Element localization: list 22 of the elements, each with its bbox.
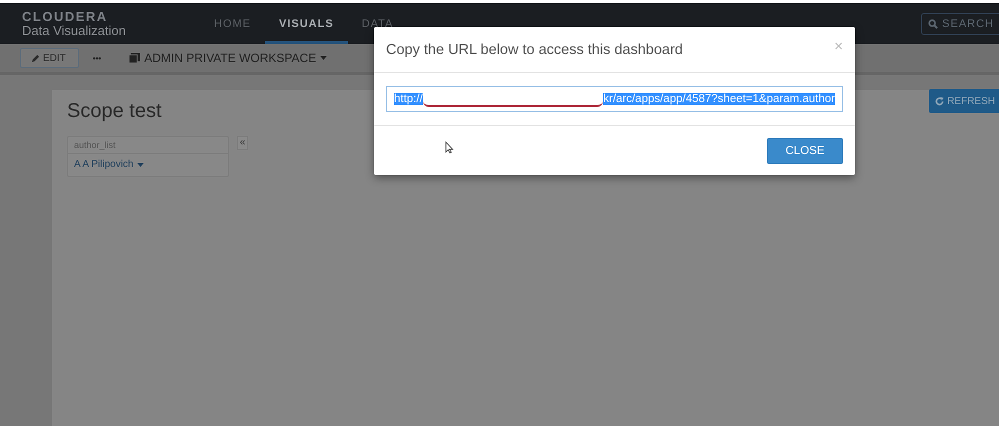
brand-logo: CLOUDERA [22, 10, 109, 24]
nav-tab[interactable]: DATA [348, 6, 408, 44]
nav-tab[interactable]: HOME [200, 6, 265, 44]
mouse-pointer-icon [445, 141, 454, 154]
pencil-icon [31, 54, 40, 62]
edit-button[interactable]: EDIT [20, 48, 79, 68]
search-icon [928, 18, 938, 28]
collapse-button[interactable]: « [237, 136, 248, 150]
refresh-button[interactable]: REFRESH [929, 89, 999, 113]
dashboard-title: Scope test [67, 100, 162, 123]
close-button[interactable]: CLOSE [767, 138, 843, 164]
dialog-title: Copy the URL below to access this dashboard [386, 42, 683, 58]
product-name: Data Visualization [22, 24, 127, 38]
filter-dropdown[interactable]: A A Pilipovich [68, 154, 150, 176]
more-button[interactable]: ••• [86, 54, 108, 62]
refresh-icon [935, 96, 944, 106]
caret-icon [320, 56, 328, 60]
search-button[interactable]: SEARCH [921, 12, 999, 34]
workspace-icon [129, 53, 140, 63]
url-field[interactable]: http:// kr/arc/apps/app/4587?sheet=1&param.author [386, 86, 843, 112]
caret-icon [137, 162, 144, 166]
workspace-dropdown[interactable]: ADMIN PRIVATE WORKSPACE [129, 51, 328, 65]
